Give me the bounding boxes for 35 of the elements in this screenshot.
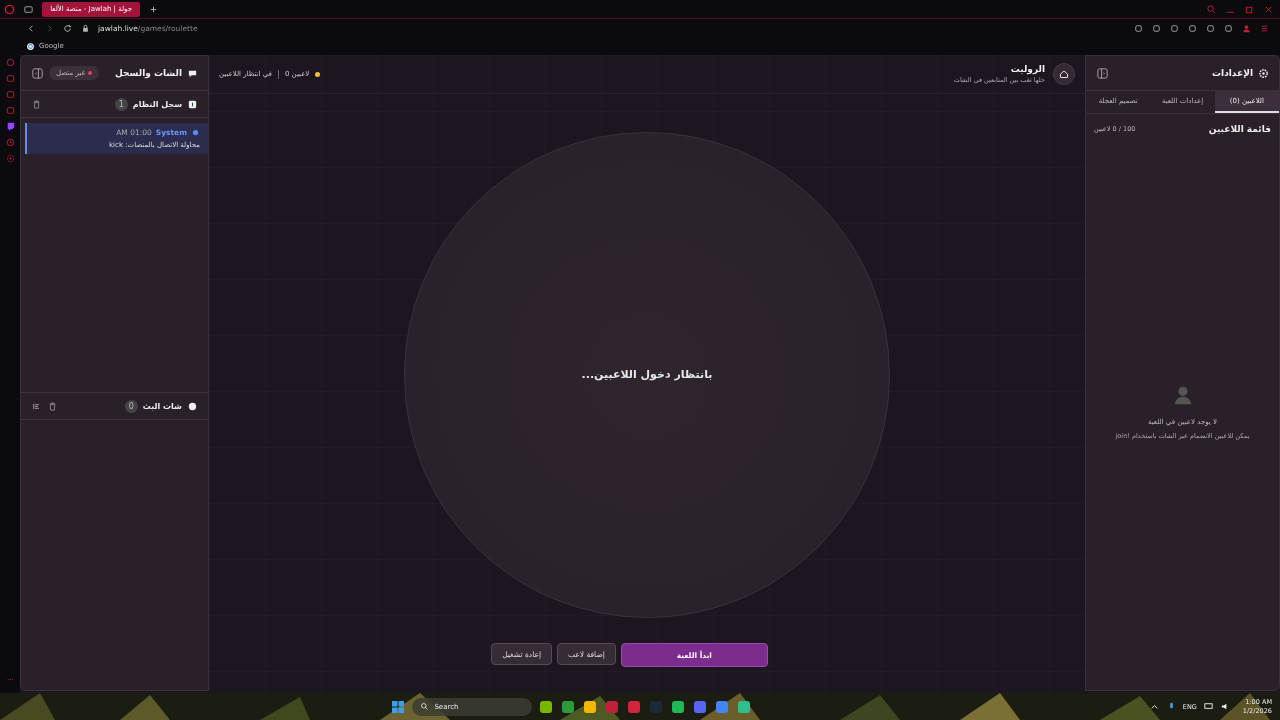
home-icon	[1058, 68, 1070, 80]
section-title: شات البث	[142, 401, 182, 411]
reload-icon[interactable]	[62, 22, 73, 34]
game-title: الروليت	[1010, 64, 1045, 74]
count-badge: 1	[114, 97, 128, 111]
toolbar-icon[interactable]	[1151, 22, 1162, 34]
log-icon	[187, 98, 198, 110]
toolbar-icon[interactable]	[1187, 22, 1198, 34]
waiting-message: بانتظار دخول اللاعبين...	[581, 368, 713, 381]
toolbar-icon[interactable]	[1133, 22, 1144, 34]
profile-icon[interactable]	[1241, 22, 1252, 34]
trash-icon[interactable]	[47, 400, 58, 412]
status-dot-icon	[315, 71, 321, 77]
section-title: سجل النظام	[132, 99, 182, 109]
search-icon	[420, 702, 430, 711]
windows-logo-icon[interactable]	[390, 698, 407, 715]
trash-icon[interactable]	[31, 98, 42, 110]
collapse-panel-icon[interactable]	[31, 66, 44, 80]
count-badge: 0	[124, 399, 138, 413]
google-logo-icon	[26, 41, 35, 51]
gear-icon	[1258, 67, 1269, 79]
toolbar-icon[interactable]	[1223, 22, 1234, 34]
opera-logo-icon[interactable]	[4, 3, 15, 15]
network-icon[interactable]	[1202, 701, 1214, 712]
collapse-panel-icon[interactable]	[1096, 66, 1109, 80]
toolbar-icon[interactable]	[1169, 22, 1180, 34]
panel-title: الإعدادات	[1212, 68, 1253, 78]
panel-title: الشات والسجل	[115, 68, 182, 78]
toolbar-icon[interactable]	[1205, 22, 1216, 34]
tab-bar-icon[interactable]	[23, 3, 34, 15]
lock-icon	[80, 22, 91, 34]
home-button[interactable]	[1053, 63, 1075, 85]
search-icon[interactable]	[1206, 3, 1217, 15]
list-title: قائمة اللاعبين	[1208, 124, 1271, 134]
clock-icon[interactable]	[4, 137, 16, 148]
